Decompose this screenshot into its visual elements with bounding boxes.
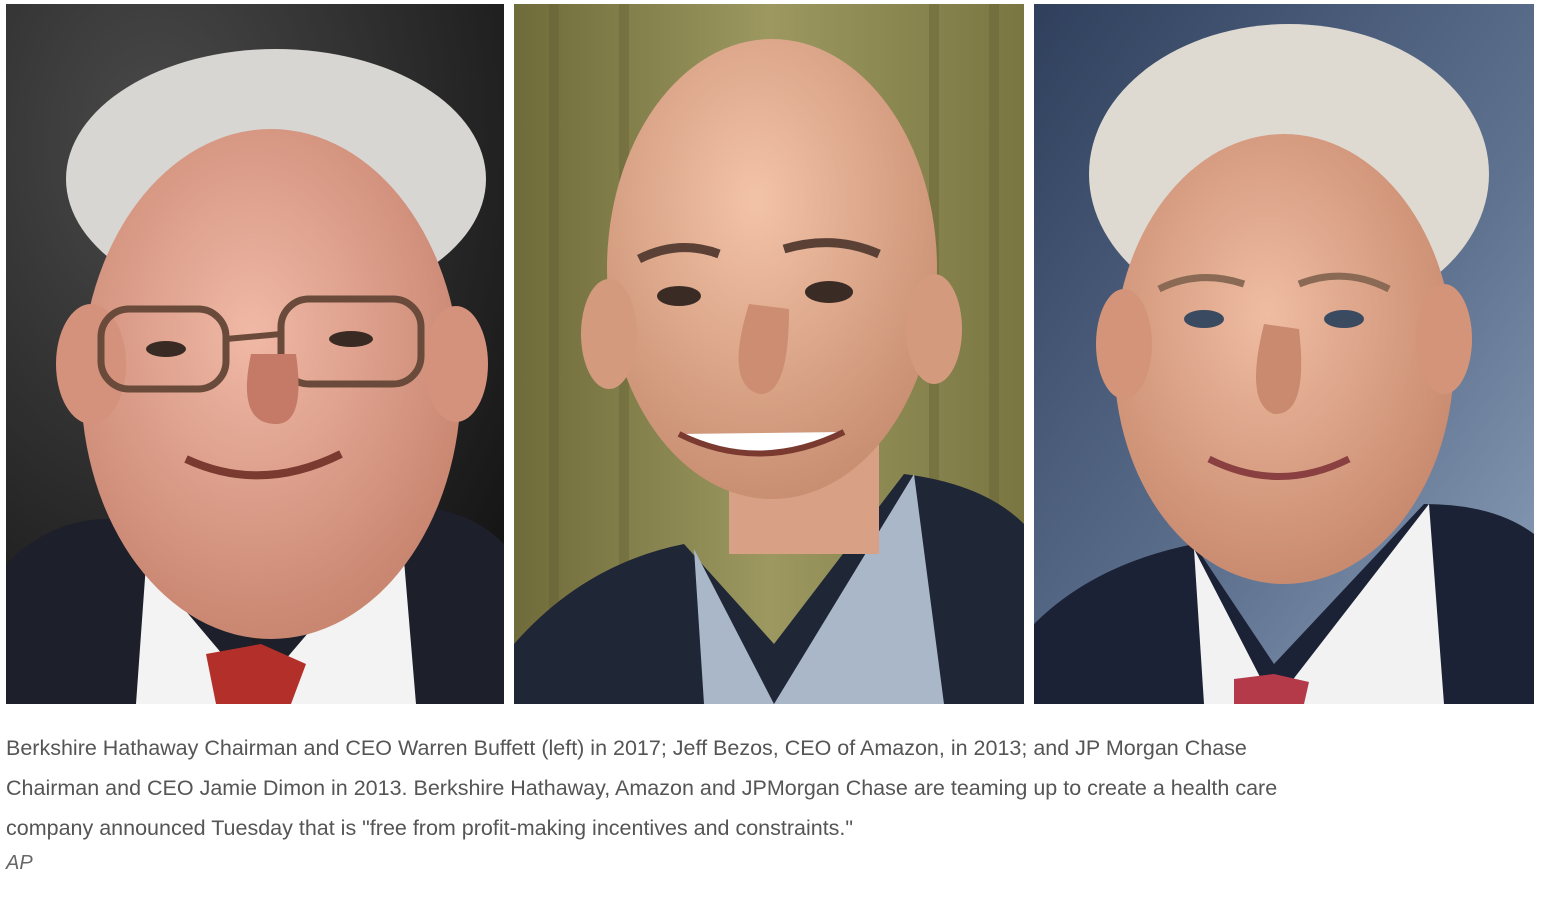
portrait-photo-middle: [514, 4, 1024, 704]
photo-caption: Berkshire Hathaway Chairman and CEO Warr…: [6, 736, 1278, 840]
photo-strip: [6, 4, 1534, 704]
portrait-photo-right: [1034, 4, 1534, 704]
photo-middle: [514, 4, 1024, 704]
photo-credit: AP: [6, 852, 33, 874]
photo-left: [6, 4, 504, 704]
portrait-photo-left: [6, 4, 504, 704]
photo-right: [1034, 4, 1534, 704]
